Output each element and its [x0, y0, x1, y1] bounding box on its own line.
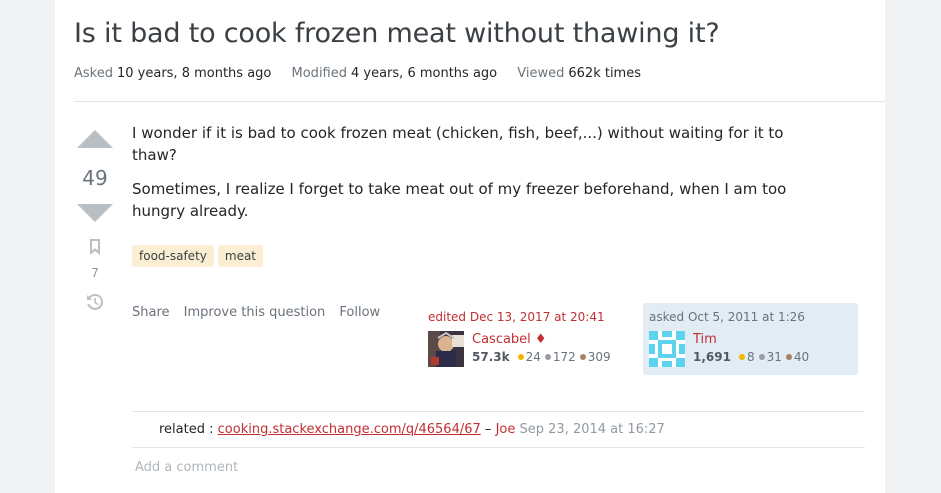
asked-info: Asked 10 years, 8 months ago [74, 66, 271, 81]
silver-badge-icon [544, 354, 551, 360]
viewed-label: Viewed [517, 66, 565, 81]
gold-badge-icon [517, 354, 524, 360]
editor-avatar[interactable] [428, 331, 464, 367]
owner-reputation: 1,691 8 31 40 [693, 350, 809, 364]
question-title[interactable]: Is it bad to cook frozen meat without th… [74, 18, 720, 49]
vote-count: 49 [82, 166, 108, 190]
owner-gold-count: 8 [746, 350, 755, 364]
editor-rep-score: 57.3k [472, 350, 510, 364]
tag-list: food-safety meat [132, 245, 264, 267]
follow-link[interactable]: Follow [339, 305, 380, 320]
bronze-badge-icon [785, 354, 792, 360]
modified-info: Modified 4 years, 6 months ago [292, 66, 498, 81]
editor-bronze-count: 309 [587, 350, 611, 364]
modified-label: Modified [291, 66, 347, 81]
question-meta: Asked 10 years, 8 months ago Modified 4 ye… [74, 66, 657, 81]
body-paragraph: Sometimes, I realize I forget to take me… [132, 180, 787, 220]
owner-card: asked Oct 5, 2011 at 1:26 Tim 1,691 8 31 40 [643, 303, 858, 375]
editor-name[interactable]: Cascabel ♦ [472, 332, 547, 347]
editor-reputation: 57.3k 24 172 309 [472, 350, 611, 364]
owner-silver-count: 31 [766, 350, 782, 364]
editor-gold-count: 24 [525, 350, 541, 364]
comment-dash: – [484, 422, 492, 437]
gold-badge-icon [738, 354, 745, 360]
owner-rep-score: 1,691 [693, 350, 731, 364]
asked-value[interactable]: 10 years, 8 months ago [117, 66, 271, 81]
owner-avatar[interactable] [649, 331, 685, 367]
bookmark-icon[interactable] [88, 238, 102, 260]
body-paragraph: I wonder if it is bad to cook frozen mea… [132, 124, 784, 164]
improve-question-link[interactable]: Improve this question [184, 305, 326, 320]
owner-bronze-count: 40 [793, 350, 810, 364]
comments-divider [132, 411, 865, 412]
viewed-value: 662k times [568, 66, 641, 81]
silver-badge-icon [758, 354, 765, 360]
tag-meat[interactable]: meat [217, 245, 264, 267]
comment-link[interactable]: cooking.stackexchange.com/q/46564/67 [218, 422, 481, 437]
bookmark-count: 7 [91, 266, 99, 280]
question-container: Is it bad to cook frozen meat without th… [55, 0, 885, 493]
editor-silver-count: 172 [552, 350, 576, 364]
comment: related : cooking.stackexchange.com/q/46… [159, 422, 665, 437]
share-link[interactable]: Share [132, 305, 170, 320]
owner-name[interactable]: Tim [693, 332, 717, 347]
comment-user[interactable]: Joe [496, 422, 516, 437]
upvote-button[interactable] [77, 130, 113, 148]
modified-value[interactable]: 4 years, 6 months ago [351, 66, 497, 81]
bronze-badge-icon [579, 354, 586, 360]
add-comment-link[interactable]: Add a comment [135, 460, 238, 475]
comment-prefix: related : [159, 422, 214, 437]
asked-label: Asked [74, 66, 113, 81]
title-divider [74, 101, 885, 102]
viewed-info: Viewed 662k times [517, 66, 641, 81]
comment-date[interactable]: Sep 23, 2014 at 16:27 [520, 422, 665, 437]
editor-card: edited Dec 13, 2017 at 20:41 Cascabel ♦ … [422, 303, 637, 375]
vote-cell: 49 7 [75, 130, 115, 316]
asked-time[interactable]: asked Oct 5, 2011 at 1:26 [649, 310, 805, 324]
history-icon[interactable] [85, 292, 105, 316]
edited-time[interactable]: edited Dec 13, 2017 at 20:41 [428, 310, 605, 324]
post-actions: Share Improve this question Follow [132, 305, 390, 320]
comments-divider [132, 447, 865, 448]
downvote-button[interactable] [77, 204, 113, 222]
question-body: I wonder if it is bad to cook frozen mea… [132, 122, 832, 234]
tag-food-safety[interactable]: food-safety [132, 245, 214, 267]
